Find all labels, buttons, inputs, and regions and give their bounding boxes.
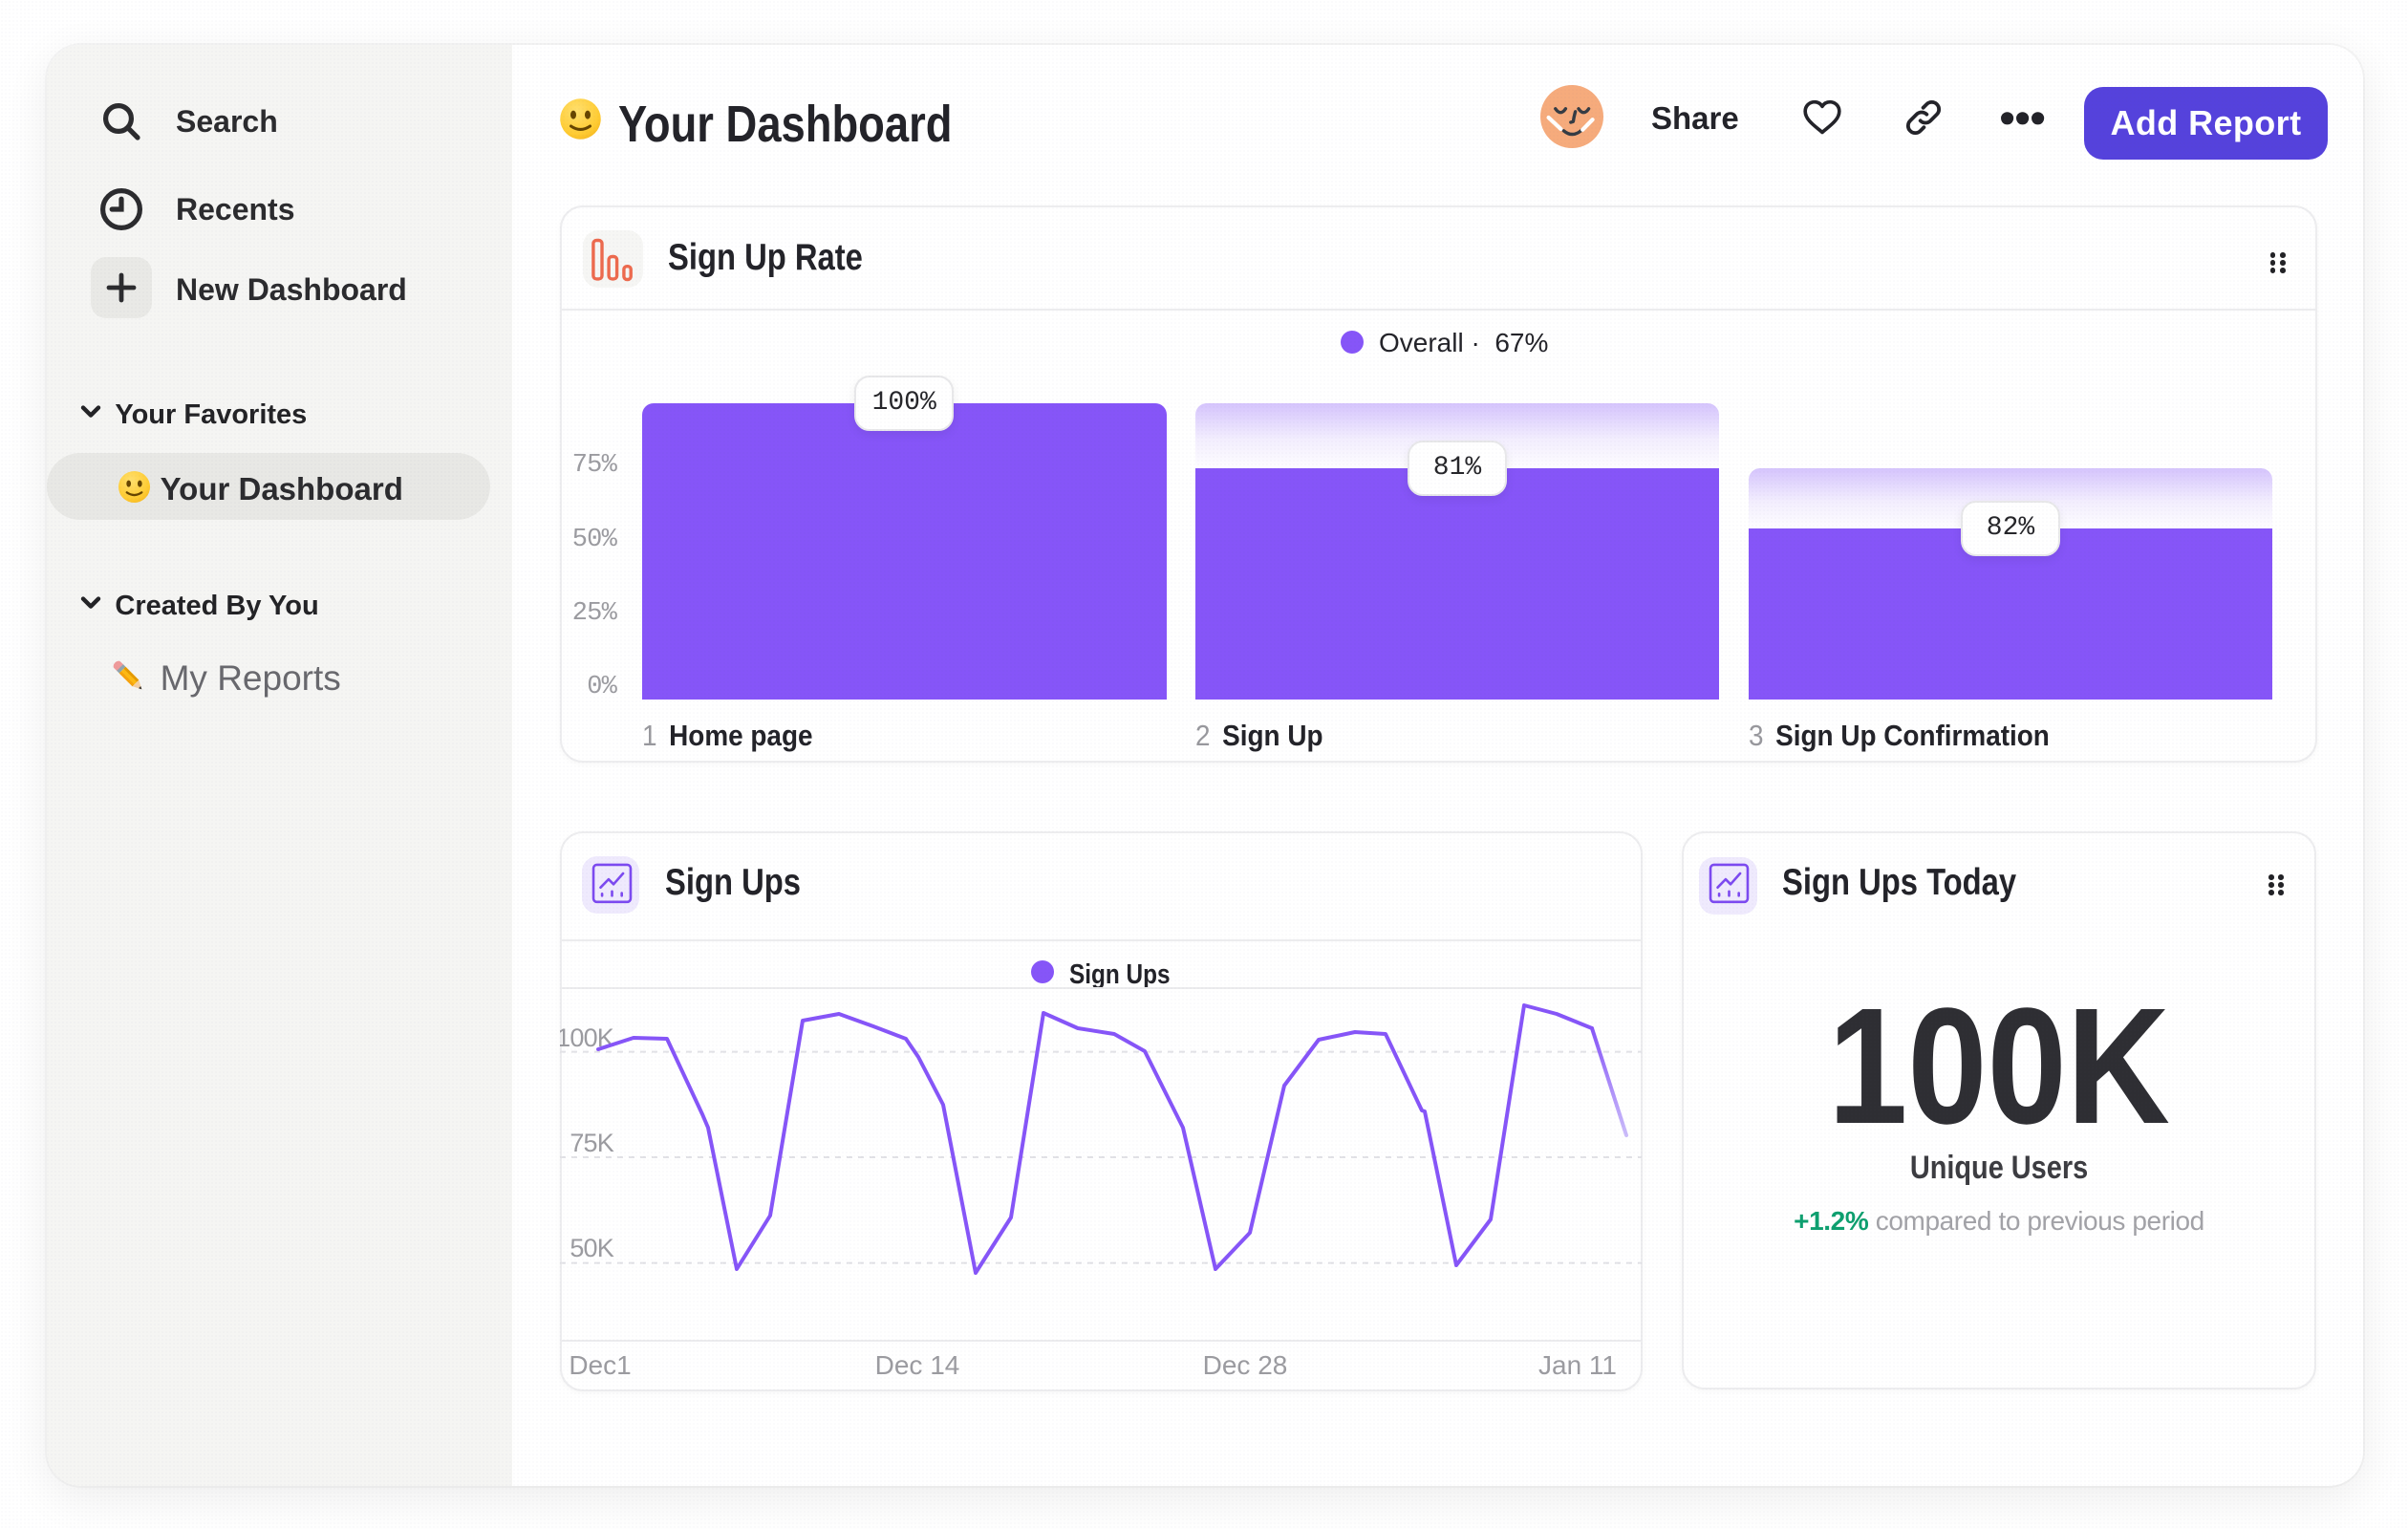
svg-text:Jan 11: Jan 11 [1538, 1350, 1617, 1380]
svg-text:50K: 50K [570, 1234, 613, 1262]
svg-text:Dec 14: Dec 14 [875, 1350, 960, 1380]
svg-text:Dec1: Dec1 [569, 1350, 631, 1380]
svg-text:Dec 28: Dec 28 [1203, 1350, 1288, 1380]
svg-text:75K: 75K [570, 1129, 613, 1157]
